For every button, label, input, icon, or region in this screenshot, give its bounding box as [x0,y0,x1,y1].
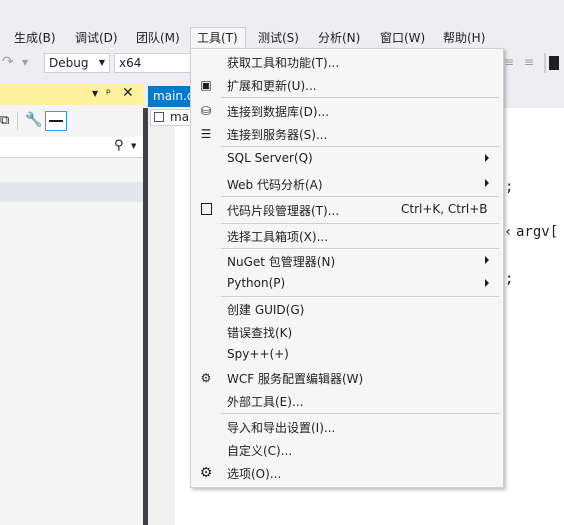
platform-combo[interactable]: x64 [114,53,190,73]
menu-separator [221,196,499,197]
gear-icon: ⚙ [199,465,213,481]
file-icon [154,112,164,122]
menu-item-shortcut: Ctrl+K, Ctrl+B [401,202,488,216]
chevron-down-icon[interactable]: ▼ [131,142,136,150]
menu-item-connect-database[interactable]: ⛁ 连接到数据库(D)... [191,100,503,122]
menu-tools[interactable]: 工具(T) [190,27,246,49]
menu-item-choose-toolbox[interactable]: 选择工具箱项(X)... [191,225,503,247]
separator [17,112,18,130]
menu-item-python[interactable]: Python(P) [191,273,503,295]
menu-item-spy[interactable]: Spy++(+) [191,344,503,366]
database-connect-icon: ⛁ [200,104,212,118]
menu-item-label: 连接到数据库(D)... [227,105,330,119]
menu-test[interactable]: 测试(S) [252,27,305,49]
wrench-icon[interactable]: 🔧 [25,112,42,128]
menu-item-label: 导入和导出设置(I)... [227,421,336,435]
code-text: ; [505,179,514,195]
pin-icon[interactable]: ᵖ [106,86,111,100]
chevron-down-icon[interactable]: ▼ [92,89,98,98]
panel-toolbar: ⧉ 🔧 [0,110,143,134]
menu-item-label: 扩展和更新(U)... [227,79,317,93]
menu-item-external-tools[interactable]: 外部工具(E)... [191,390,503,412]
menu-team[interactable]: 团队(M) [130,27,186,49]
menu-item-customize[interactable]: 自定义(C)... [191,439,503,461]
menu-build[interactable]: 生成(B) [8,27,62,49]
menu-separator [221,97,499,98]
menu-item-web-code-analysis[interactable]: Web 代码分析(A) [191,173,503,195]
menu-item-get-tools[interactable]: 获取工具和功能(T)... [191,51,503,73]
platform-value: x64 [119,56,142,70]
menu-help[interactable]: 帮助(H) [437,27,491,49]
configuration-combo[interactable]: Debug ▼ [44,53,110,73]
submenu-arrow-icon [485,256,489,264]
redo-dropdown-icon[interactable]: ▼ [22,58,28,67]
wcf-gear-icon: ⚙ [200,371,212,385]
menu-item-label: 外部工具(E)... [227,395,304,409]
menu-item-label: 自定义(C)... [227,444,293,458]
toolbar-separator [544,53,546,73]
menu-item-label: NuGet 包管理器(N) [227,255,336,269]
extensions-icon: ▣ [200,78,212,92]
menu-item-import-export[interactable]: 导入和导出设置(I)... [191,416,503,438]
menu-item-label: 获取工具和功能(T)... [227,56,340,70]
title-strip [0,0,564,27]
menu-item-label: 错误查找(K) [227,326,293,340]
menu-item-nuget[interactable]: NuGet 包管理器(N) [191,250,503,272]
menu-item-error-lookup[interactable]: 错误查找(K) [191,321,503,343]
menu-separator [221,146,499,147]
code-text: ‹ [504,224,513,240]
search-icon[interactable]: ⚲ [114,138,124,153]
menu-item-label: 创建 GUID(G) [227,303,305,317]
menu-item-wcf-config[interactable]: ⚙ WCF 服务配置编辑器(W) [191,367,503,389]
bookmark-icon[interactable] [549,56,559,70]
menu-item-label: SQL Server(Q) [227,151,313,165]
menu-item-code-snippets[interactable]: 代码片段管理器(T)... Ctrl+K, Ctrl+B [191,199,503,221]
menu-analyze[interactable]: 分析(N) [312,27,366,49]
checkbox-icon [199,203,213,217]
redo-icon[interactable]: ↷ [2,54,14,70]
toolbar-icon[interactable]: ≡ [504,55,514,69]
copy-icon[interactable]: ⧉ [0,113,9,128]
navigation-combo-label: ma [170,110,190,124]
panel-title-bar: ▼ ᵖ ✕ [0,84,143,105]
menu-separator [221,248,499,249]
server-connect-icon: ☰ [200,127,212,141]
menu-item-connect-server[interactable]: ☰ 连接到服务器(S)... [191,123,503,145]
menu-item-create-guid[interactable]: 创建 GUID(G) [191,298,503,320]
menu-bar: 生成(B) 调试(D) 团队(M) 工具(T) 测试(S) 分析(N) 窗口(W… [0,27,564,49]
menu-item-label: Python(P) [227,276,286,290]
menu-item-label: 代码片段管理器(T)... [227,204,340,218]
menu-item-options[interactable]: ⚙ 选项(O)... [191,462,503,484]
code-text: ; [505,271,514,287]
menu-item-extensions[interactable]: ▣ 扩展和更新(U)... [191,74,503,96]
menu-separator [221,296,499,297]
submenu-arrow-icon [485,179,489,187]
menu-item-sql-server[interactable]: SQL Server(Q) [191,148,503,170]
menu-separator [221,413,499,414]
menu-item-label: WCF 服务配置编辑器(W) [227,372,364,386]
menu-item-label: Spy++(+) [227,347,289,361]
panel-row[interactable] [0,182,143,202]
menu-debug[interactable]: 调试(D) [69,27,124,49]
editor-gutter [148,108,175,525]
toolbar-icon-2[interactable]: ≡ [524,55,534,69]
tools-dropdown-menu: 获取工具和功能(T)... ▣ 扩展和更新(U)... ⛁ 连接到数据库(D).… [190,48,504,488]
menu-separator [221,223,499,224]
chevron-down-icon: ▼ [98,58,105,67]
code-text: argv[ [516,224,559,240]
menu-item-label: 选择工具箱项(X)... [227,230,329,244]
properties-icon[interactable] [45,111,67,131]
menu-item-label: 选项(O)... [227,467,282,481]
menu-item-label: 连接到服务器(S)... [227,128,328,142]
panel-search-input[interactable]: ⚲ ▼ [0,137,143,158]
menu-window[interactable]: 窗口(W) [374,27,431,49]
close-icon[interactable]: ✕ [122,85,134,101]
editor-tab-main[interactable]: main.c [148,86,196,107]
configuration-value: Debug [49,56,89,70]
menu-item-label: Web 代码分析(A) [227,178,323,192]
submenu-arrow-icon [485,154,489,162]
submenu-arrow-icon [485,279,489,287]
